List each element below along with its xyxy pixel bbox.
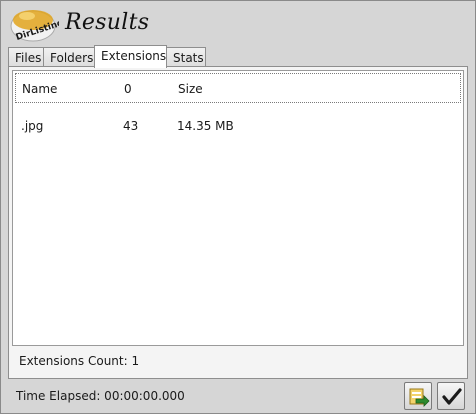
window-title: Results bbox=[65, 10, 150, 35]
time-elapsed: Time Elapsed: 00:00:00.000 bbox=[16, 389, 185, 403]
extension-size: 14.35 MB bbox=[177, 119, 234, 133]
export-button[interactable] bbox=[404, 382, 432, 410]
tab-files[interactable]: Files bbox=[8, 47, 44, 67]
tab-extensions[interactable]: Extensions bbox=[94, 45, 167, 68]
column-header-name[interactable]: Name bbox=[22, 82, 57, 96]
list-item[interactable]: .jpg 43 14.35 MB bbox=[13, 111, 463, 141]
ok-button[interactable] bbox=[437, 382, 465, 410]
extensions-list[interactable]: Name 0 Size .jpg 43 14.35 MB bbox=[12, 70, 464, 346]
column-header-size[interactable]: Size bbox=[178, 82, 203, 96]
extensions-panel: Name 0 Size .jpg 43 14.35 MB Extensions … bbox=[8, 66, 468, 379]
results-window: DirListing Results Files Folders Extensi… bbox=[0, 0, 476, 414]
list-header-row[interactable]: Name 0 Size bbox=[15, 73, 461, 103]
extension-count: 43 bbox=[123, 119, 139, 133]
dirlisting-logo: DirListing bbox=[9, 6, 65, 43]
tab-folders[interactable]: Folders bbox=[43, 47, 95, 67]
extensions-count: Extensions Count: 1 bbox=[19, 354, 140, 368]
extension-name: .jpg bbox=[21, 119, 44, 133]
tab-stats[interactable]: Stats bbox=[166, 47, 206, 67]
column-header-count[interactable]: 0 bbox=[124, 82, 132, 96]
